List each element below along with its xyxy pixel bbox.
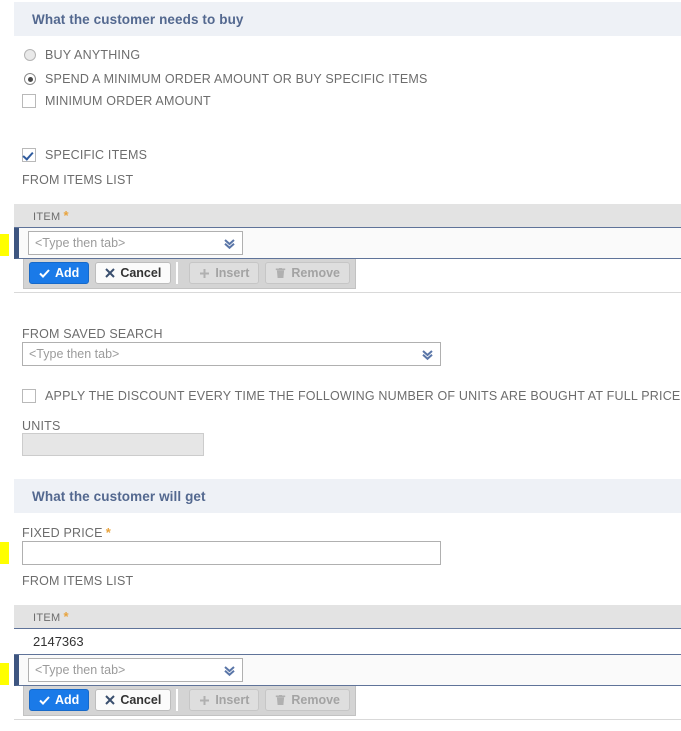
items-table-buy-button-row: Add Cancel Insert Remove (14, 259, 681, 292)
column-header-item-buy: ITEM * (33, 208, 69, 223)
radio-buy-anything-indicator[interactable] (24, 49, 36, 61)
checkbox-apply-discount-full-price-box[interactable] (22, 389, 36, 403)
radio-spend-minimum-or-specific-indicator[interactable] (24, 73, 36, 85)
label-from-items-list-get: FROM ITEMS LIST (22, 574, 134, 588)
check-icon (39, 695, 50, 706)
item-dropdown-buy[interactable]: <Type then tab> (28, 231, 243, 255)
checkbox-specific-items-label: SPECIFIC ITEMS (45, 148, 148, 162)
insert-button-buy: Insert (189, 262, 260, 284)
checkbox-specific-items-box[interactable] (22, 148, 36, 162)
items-table-get-editor-row[interactable]: <Type then tab> (14, 655, 681, 686)
items-table-get: ITEM * 2147363 <Type then tab> Add Cance… (14, 605, 681, 721)
insert-button-get: Insert (189, 689, 260, 711)
sublist-buttons-buy: Add Cancel Insert Remove (23, 259, 356, 289)
section-header-buy: What the customer needs to buy (14, 2, 681, 36)
plus-icon (199, 268, 210, 279)
cancel-button-get[interactable]: Cancel (95, 689, 172, 711)
add-button-get-label: Add (55, 693, 80, 707)
items-table-buy: ITEM * <Type then tab> Add Cancel Insert… (14, 204, 681, 294)
remove-button-get-label: Remove (291, 693, 340, 707)
cancel-button-buy[interactable]: Cancel (95, 262, 172, 284)
from-saved-search-placeholder: <Type then tab> (29, 347, 120, 361)
label-from-saved-search: FROM SAVED SEARCH (22, 327, 163, 341)
button-separator-get (176, 689, 179, 711)
checkbox-apply-discount-full-price[interactable]: APPLY THE DISCOUNT EVERY TIME THE FOLLOW… (22, 389, 680, 403)
items-table-buy-editor-row[interactable]: <Type then tab> (14, 228, 681, 259)
section-title-get: What the customer will get (32, 488, 206, 504)
required-marker-item-get: * (63, 609, 69, 624)
required-marker-fixed-price: * (105, 525, 111, 540)
item-dropdown-get-placeholder: <Type then tab> (35, 663, 126, 677)
items-table-buy-header: ITEM * (14, 204, 681, 228)
item-dropdown-get[interactable]: <Type then tab> (28, 658, 243, 682)
add-button-buy[interactable]: Add (29, 262, 90, 284)
label-units: UNITS (22, 419, 61, 433)
plus-icon (199, 695, 210, 706)
check-icon (39, 268, 50, 279)
remove-button-buy: Remove (265, 262, 350, 284)
remove-button-get: Remove (265, 689, 350, 711)
cancel-button-get-label: Cancel (120, 693, 162, 707)
discount-form-page: What the customer needs to buy BUY ANYTH… (0, 0, 681, 731)
table-row[interactable]: 2147363 (14, 629, 681, 655)
items-table-get-header: ITEM * (14, 605, 681, 629)
button-separator-buy (176, 262, 179, 284)
item-cell-value: 2147363 (33, 634, 84, 649)
remove-button-buy-label: Remove (291, 266, 340, 280)
column-header-item-get: ITEM * (33, 609, 69, 624)
validation-marker-item-buy (0, 234, 9, 256)
insert-button-buy-label: Insert (215, 266, 250, 280)
cancel-button-buy-label: Cancel (120, 266, 162, 280)
checkbox-minimum-order-amount[interactable]: MINIMUM ORDER AMOUNT (22, 94, 211, 108)
checkbox-minimum-order-amount-label: MINIMUM ORDER AMOUNT (45, 94, 211, 108)
double-chevron-down-icon[interactable] (417, 348, 437, 361)
trash-icon (275, 267, 286, 279)
x-icon (105, 268, 116, 278)
trash-icon (275, 694, 286, 706)
fixed-price-input[interactable] (22, 541, 441, 565)
validation-marker-fixed-price (0, 542, 9, 564)
radio-spend-minimum-or-specific-label: SPEND A MINIMUM ORDER AMOUNT OR BUY SPEC… (45, 72, 428, 86)
x-icon (105, 695, 116, 705)
checkbox-specific-items[interactable]: SPECIFIC ITEMS (22, 148, 147, 162)
checkbox-apply-discount-full-price-label: APPLY THE DISCOUNT EVERY TIME THE FOLLOW… (45, 389, 681, 403)
insert-button-get-label: Insert (215, 693, 250, 707)
section-header-get: What the customer will get (14, 479, 681, 513)
double-chevron-down-icon[interactable] (219, 237, 239, 250)
radio-spend-minimum-or-specific[interactable]: SPEND A MINIMUM ORDER AMOUNT OR BUY SPEC… (24, 72, 428, 86)
add-button-get[interactable]: Add (29, 689, 90, 711)
radio-buy-anything-label: BUY ANYTHING (45, 48, 141, 62)
item-dropdown-buy-placeholder: <Type then tab> (35, 236, 126, 250)
from-saved-search-dropdown[interactable]: <Type then tab> (22, 342, 441, 366)
radio-buy-anything[interactable]: BUY ANYTHING (24, 48, 140, 62)
add-button-buy-label: Add (55, 266, 80, 280)
label-from-items-list-buy: FROM ITEMS LIST (22, 173, 134, 187)
required-marker-item-buy: * (63, 208, 69, 223)
items-table-get-bottom-rule (14, 719, 681, 721)
items-table-buy-bottom-rule (14, 292, 681, 294)
items-table-get-button-row: Add Cancel Insert Remove (14, 686, 681, 719)
validation-marker-item-get (0, 663, 9, 685)
section-title-buy: What the customer needs to buy (32, 11, 244, 27)
label-fixed-price: FIXED PRICE * (22, 525, 111, 540)
sublist-buttons-get: Add Cancel Insert Remove (23, 686, 356, 716)
double-chevron-down-icon[interactable] (219, 664, 239, 677)
checkbox-minimum-order-amount-box[interactable] (22, 94, 36, 108)
units-input[interactable] (22, 433, 204, 456)
